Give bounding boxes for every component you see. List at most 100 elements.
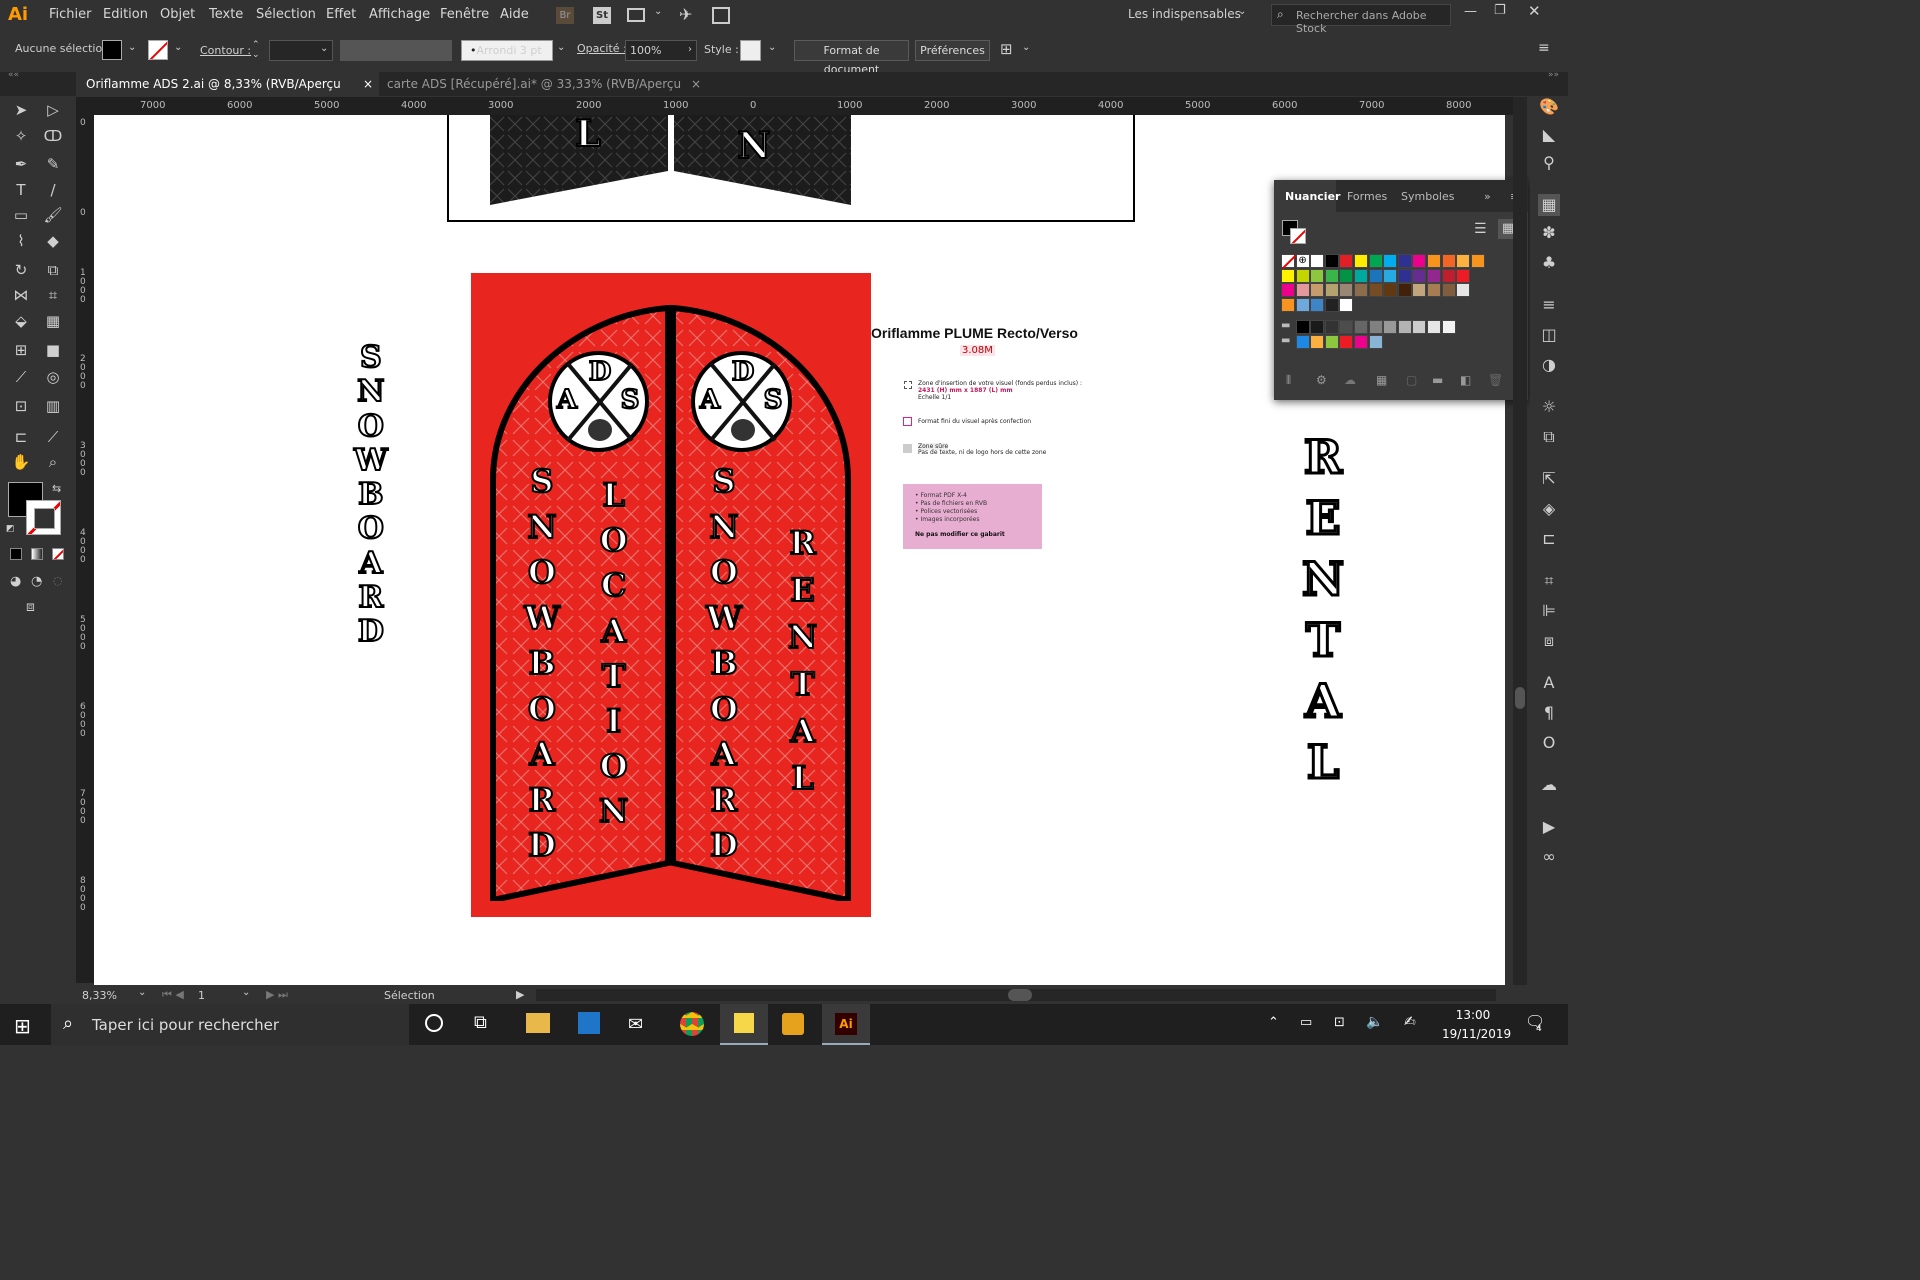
color-swatch[interactable] [1456, 268, 1471, 283]
artboards-icon[interactable]: ⊏ [1538, 528, 1560, 550]
color-mode-icon[interactable] [10, 548, 22, 560]
none-mode-icon[interactable] [52, 548, 64, 560]
close-icon[interactable]: ✕ [1528, 2, 1541, 20]
color-swatch[interactable] [1441, 254, 1456, 268]
color-swatch[interactable] [1383, 268, 1398, 283]
battery-icon[interactable]: ▭ [1300, 1015, 1312, 1030]
show-kinds-icon[interactable]: ⚙ [1316, 373, 1327, 387]
transform-icon[interactable]: ⌗ [1538, 570, 1560, 592]
new-swatch-icon[interactable]: ◧ [1460, 373, 1471, 387]
pathfinder-icon[interactable]: ⧈ [1538, 630, 1560, 652]
color-swatch[interactable] [1295, 283, 1310, 298]
swatches-icon[interactable]: ▦ [1538, 194, 1560, 216]
color-swatch[interactable] [1368, 283, 1383, 298]
line-tool-icon[interactable]: / [42, 179, 64, 201]
color-swatch[interactable] [1412, 254, 1427, 268]
opacity-label[interactable]: Opacité : [577, 42, 627, 55]
color-swatch[interactable] [1324, 335, 1339, 349]
swap-colors-icon[interactable]: ⇆ [52, 482, 61, 495]
gradient-mode-icon[interactable] [31, 548, 43, 560]
color-swatch[interactable] [1368, 268, 1383, 283]
color-swatch[interactable] [1310, 254, 1325, 268]
chevron-right-icon[interactable]: ▶ [516, 988, 524, 1001]
app-icon[interactable] [782, 1013, 804, 1035]
next-artboard-icon[interactable]: ▶ ⏭ [266, 988, 288, 1002]
swatch-libraries-icon[interactable]: ⫴ [1286, 373, 1291, 388]
libraries-icon[interactable]: ☁ [1538, 774, 1560, 796]
color-swatch[interactable] [1295, 320, 1310, 335]
color-swatch[interactable] [1295, 335, 1310, 349]
color-swatch[interactable] [1383, 320, 1398, 335]
chevron-down-icon[interactable]: ⌄ [242, 987, 250, 998]
zoom-level[interactable]: 8,33% [82, 989, 117, 1002]
gradient-tool-icon[interactable]: ■ [42, 339, 64, 361]
color-swatch[interactable] [1427, 254, 1441, 268]
chevron-down-icon[interactable]: ⌄ [128, 42, 136, 53]
tab-formes[interactable]: Formes [1347, 190, 1387, 203]
color-swatch[interactable] [1397, 283, 1412, 298]
perspective-grid-icon[interactable]: ▦ [42, 310, 64, 332]
color-swatch[interactable] [1412, 283, 1427, 298]
color-swatch[interactable] [1456, 283, 1471, 298]
type-tool-icon[interactable]: T [10, 179, 32, 201]
graphic-styles-icon[interactable]: ⧉ [1538, 426, 1560, 448]
color-swatch[interactable] [1383, 283, 1398, 298]
color-swatch[interactable] [1412, 268, 1427, 283]
align-icon[interactable]: ⊞ [1000, 40, 1013, 58]
chevron-down-icon[interactable]: ⌄ [768, 42, 776, 53]
color-swatch[interactable]: ▬ [1281, 320, 1295, 334]
windows-start-icon[interactable]: ⊞ [14, 1014, 31, 1038]
stock-icon[interactable]: St [593, 7, 611, 24]
paragraph-icon[interactable]: ¶ [1538, 702, 1560, 724]
scale-tool-icon[interactable]: ⧉ [42, 259, 64, 281]
horizontal-scrollbar[interactable] [536, 989, 1496, 1001]
color-swatch[interactable] [1310, 335, 1325, 349]
variable-width-profile[interactable] [340, 40, 452, 61]
color-swatch[interactable] [1456, 254, 1471, 268]
swatch-options-icon[interactable]: ▦ [1376, 373, 1387, 387]
symbols-icon[interactable]: ♣ [1538, 252, 1560, 274]
network-icon[interactable]: ⊡ [1334, 1015, 1345, 1030]
chevron-down-icon[interactable]: ⌄ [557, 42, 565, 53]
artboard-tool-icon[interactable]: ⊏ [10, 426, 32, 448]
symbol-sprayer-icon[interactable]: ⊡ [10, 395, 32, 417]
cloud-icon[interactable]: ☁ [1344, 373, 1356, 387]
tab-carte-ads[interactable]: carte ADS [Récupéré].ai* @ 33,33% (RVB/A… [377, 72, 707, 115]
color-swatch[interactable]: ⊕ [1295, 254, 1310, 268]
scrollbar-thumb[interactable] [1515, 687, 1525, 709]
trash-icon[interactable]: 🗑 [1488, 373, 1503, 387]
color-swatch[interactable] [1324, 320, 1339, 335]
stroke-weight-field[interactable]: ⌄ [269, 40, 333, 61]
stroke-icon[interactable]: ≡ [1538, 294, 1560, 316]
clock-time[interactable]: 13:00 [1442, 1008, 1504, 1022]
chevron-up-icon[interactable]: ⌃ [1268, 1015, 1279, 1030]
color-swatch[interactable] [1295, 268, 1310, 283]
color-swatch[interactable] [1354, 283, 1368, 298]
magic-wand-icon[interactable]: ✧ [10, 125, 32, 147]
artboard-number[interactable]: 1 [198, 989, 205, 1002]
stroke-label[interactable]: Contour : [200, 44, 251, 57]
chrome-icon[interactable] [680, 1012, 704, 1036]
color-swatch[interactable]: ▬ [1281, 335, 1295, 349]
taskbar-search[interactable]: ⌕ Taper ici pour rechercher [51, 1004, 409, 1045]
stroke-swatch[interactable] [1290, 228, 1306, 244]
color-swatch[interactable] [1324, 297, 1339, 312]
app-logo[interactable]: Ai [8, 4, 28, 25]
chevron-down-icon[interactable]: ⌄ [320, 43, 328, 54]
appearance-icon[interactable]: ☼ [1538, 396, 1560, 418]
color-swatch[interactable] [1397, 268, 1412, 283]
selection-tool-icon[interactable]: ➤ [10, 99, 32, 121]
color-swatch[interactable] [1441, 283, 1456, 298]
opacity-field[interactable]: 100% › [625, 40, 697, 61]
brush-definition[interactable]: • Arrondi 3 pt [461, 40, 553, 61]
color-swatch[interactable] [1427, 268, 1441, 283]
mail-icon[interactable]: ✉ [628, 1014, 643, 1035]
menu-edition[interactable]: Edition [103, 7, 148, 22]
color-swatch[interactable] [1281, 297, 1295, 312]
color-swatch[interactable] [1339, 268, 1354, 283]
color-swatch[interactable] [1324, 283, 1339, 298]
menu-affichage[interactable]: Affichage [369, 7, 430, 22]
pen-tool-icon[interactable]: ✒ [10, 153, 32, 175]
color-swatch[interactable] [1281, 283, 1295, 298]
color-swatch[interactable] [1470, 254, 1485, 268]
